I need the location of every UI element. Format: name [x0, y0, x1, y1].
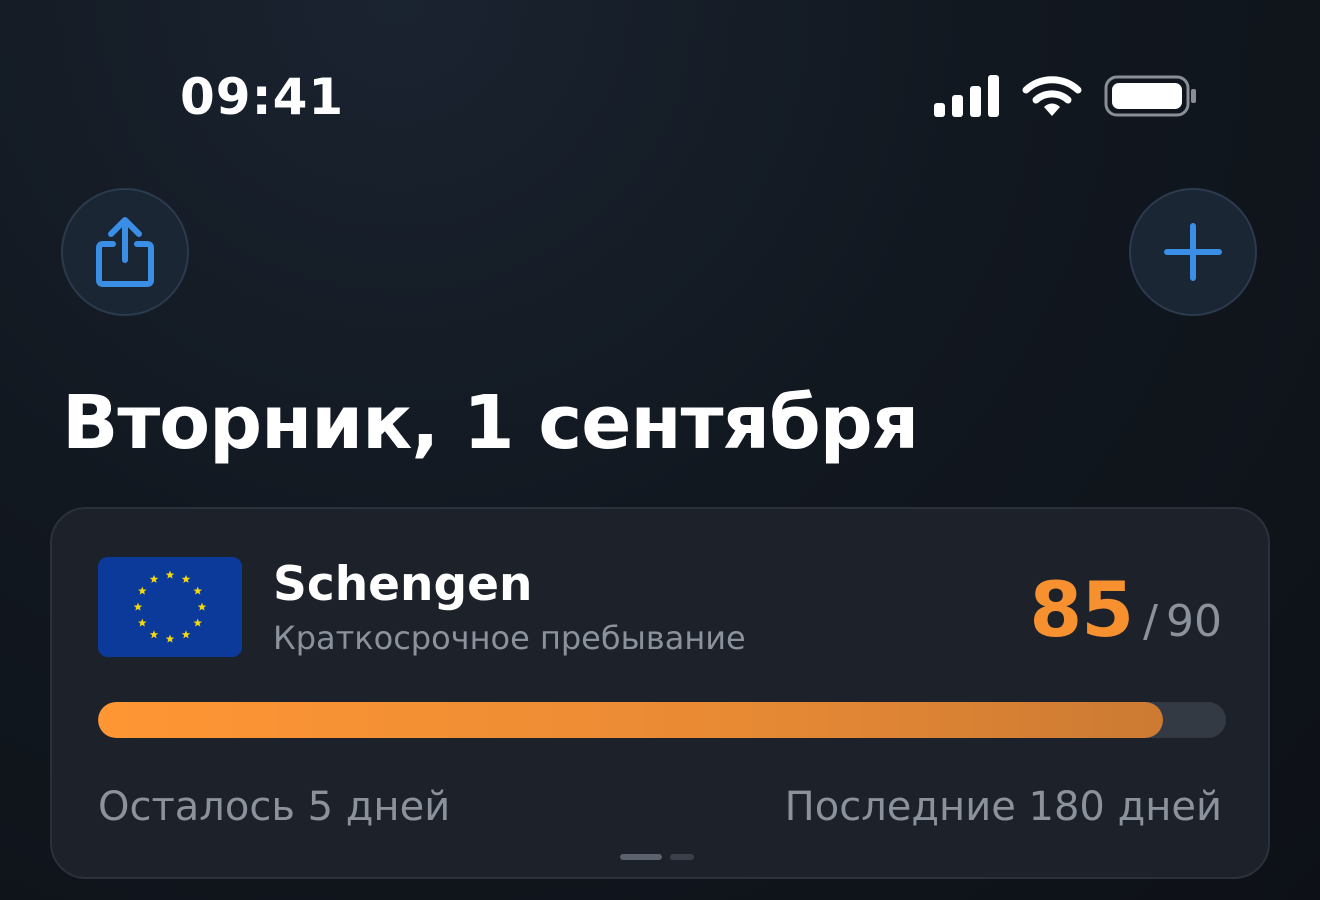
page-dot — [670, 854, 694, 860]
share-icon — [96, 217, 154, 287]
status-icons — [934, 74, 1198, 118]
battery-icon — [1104, 75, 1196, 117]
remaining-days-label: Осталось 5 дней — [98, 784, 451, 830]
days-limit: 90 — [1166, 596, 1222, 647]
days-counter: 85 / 90 — [1029, 565, 1222, 654]
zone-name: Schengen — [273, 557, 533, 612]
share-button[interactable] — [61, 188, 189, 316]
window-period-label: Последние 180 дней — [784, 784, 1222, 830]
days-progress-bar — [98, 702, 1226, 738]
plus-icon — [1164, 223, 1222, 281]
page-title: Вторник, 1 сентября — [62, 380, 919, 466]
status-time: 09:41 — [180, 68, 345, 126]
page-indicator[interactable] — [620, 854, 694, 860]
page-dot-active — [620, 854, 662, 860]
wifi-icon — [1022, 76, 1082, 116]
visa-zone-card[interactable]: Schengen Краткосрочное пребывание 85 / 9… — [50, 507, 1270, 879]
eu-flag-icon — [98, 557, 242, 657]
days-used: 85 — [1029, 565, 1134, 654]
signal-icon — [934, 75, 999, 117]
days-progress-fill — [98, 702, 1163, 738]
add-button[interactable] — [1129, 188, 1257, 316]
counter-slash: / — [1143, 596, 1158, 647]
zone-subtitle: Краткосрочное пребывание — [273, 619, 746, 657]
